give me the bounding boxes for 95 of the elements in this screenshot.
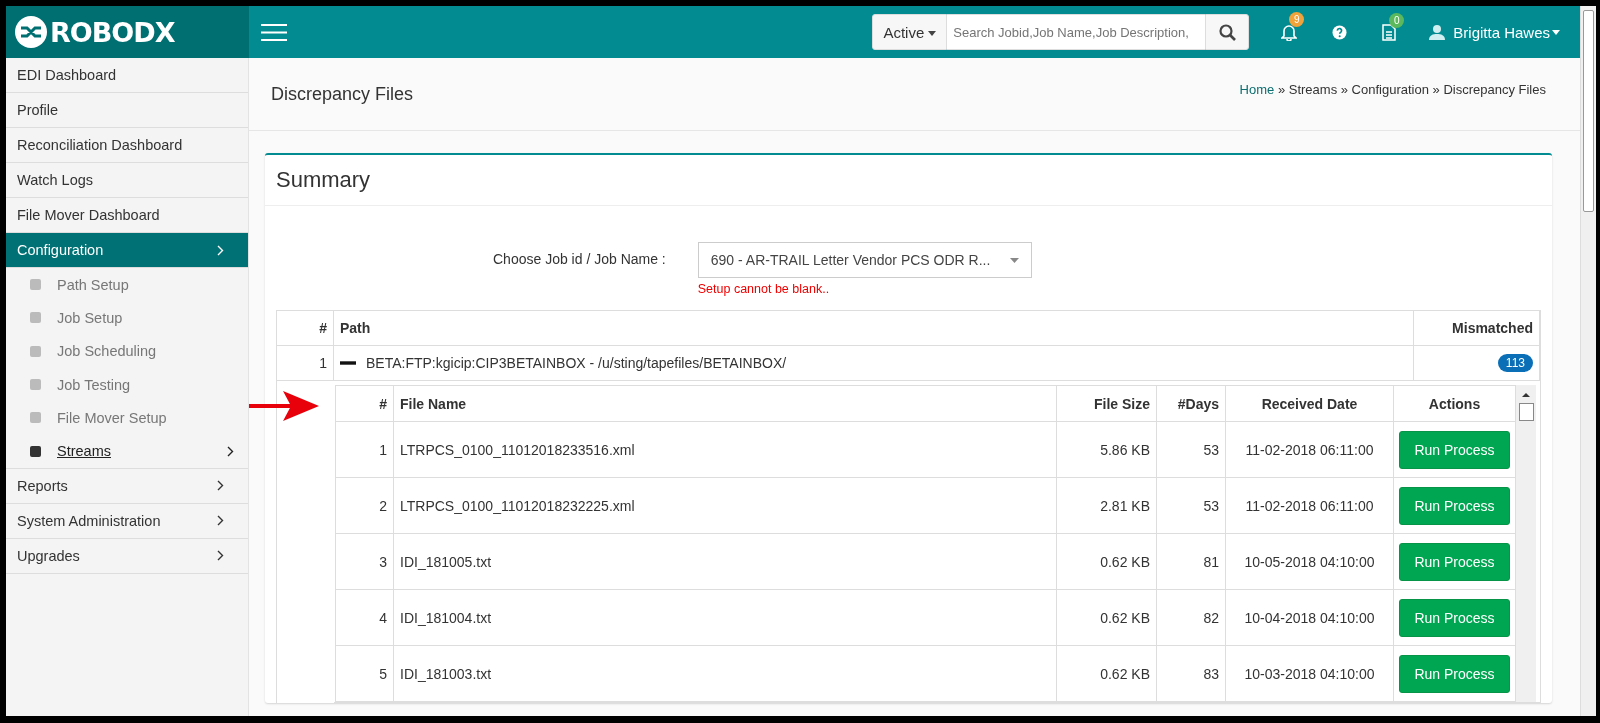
table-cell: 2.81 KB (1057, 478, 1157, 534)
table-cell: 10-03-2018 04:10:00 (1226, 646, 1394, 702)
table-cell: 3 (336, 534, 394, 590)
bullet-icon (30, 379, 41, 391)
run-process-button[interactable]: Run Process (1399, 598, 1510, 637)
sidebar-item[interactable]: Upgrades (6, 538, 248, 574)
help-icon[interactable] (1331, 24, 1347, 40)
table-cell: LTRPCS_0100_11012018233516.xml (394, 422, 1057, 478)
table-cell: BETA:FTP:kgicip:CIP3BETAINBOX - /u/sting/tapefiles/BETAINBOX/ (366, 355, 787, 371)
document-icon[interactable] (1382, 23, 1397, 41)
user-menu[interactable]: Brigitta Hawes (1429, 23, 1560, 41)
sidebar-item[interactable]: Reports (6, 468, 248, 504)
job-select-dropdown[interactable]: 690 - AR-TRAIL Letter Vendor PCS ODR R... (697, 242, 1032, 278)
sidebar-subitem[interactable]: Streams (57, 443, 111, 460)
table-cell: IDI_181003.txt (394, 646, 1057, 702)
column-header: #Days (1157, 386, 1226, 422)
table-cell: 53 (1157, 422, 1226, 478)
bullet-icon (30, 345, 41, 357)
table-cell: 82 (1157, 590, 1226, 646)
sidebar-item[interactable]: Profile (6, 93, 248, 128)
count-badge: 113 (1497, 354, 1533, 372)
scroll-thumb[interactable] (1518, 403, 1534, 421)
table-cell: 11-02-2018 06:11:00 (1226, 422, 1394, 478)
breadcrumb-item: Configuration (1351, 81, 1429, 97)
table-cell: 0.62 KB (1057, 646, 1157, 702)
caret-icon (1552, 29, 1560, 35)
sidebar-subitem[interactable]: Job Setup (57, 309, 123, 326)
sidebar-subitem[interactable]: Path Setup (57, 276, 129, 293)
breadcrumb-separator: » (1276, 81, 1287, 97)
table-cell: 81 (1157, 534, 1226, 590)
column-header: File Size (1057, 386, 1157, 422)
caret-icon (928, 31, 937, 37)
column-header: Actions (1394, 386, 1515, 422)
search-button[interactable] (1205, 14, 1250, 50)
table-scrollbar[interactable] (1516, 385, 1536, 702)
bullet-icon (30, 279, 41, 291)
page-title: Discrepancy Files (271, 83, 414, 105)
table-cell: 10-04-2018 04:10:00 (1226, 590, 1394, 646)
field-label: Choose Job id / Job Name : (493, 250, 666, 269)
breadcrumb-item: Streams (1288, 81, 1338, 97)
table-cell: 11-02-2018 06:11:00 (1226, 478, 1394, 534)
table-cell: 5 (336, 646, 394, 702)
search-icon[interactable] (1218, 23, 1236, 41)
sidebar-subitem[interactable]: Job Scheduling (57, 343, 157, 360)
table-cell: IDI_181004.txt (394, 590, 1057, 646)
column-header: Received Date (1226, 386, 1394, 422)
table-cell: 0.62 KB (1057, 590, 1157, 646)
caret-icon (1009, 257, 1019, 263)
table-cell: 5.86 KB (1057, 422, 1157, 478)
column-header: Path (334, 311, 1414, 346)
search-field[interactable]: Search Jobid,Job Name,Job Description, (947, 14, 1206, 50)
bullet-icon (30, 412, 41, 424)
column-header: File Name (394, 386, 1057, 422)
scroll-up-icon[interactable] (1521, 391, 1531, 399)
count-badge: 9 (1289, 12, 1305, 27)
run-process-button[interactable]: Run Process (1399, 542, 1510, 581)
column-header: Mismatched (1414, 311, 1540, 346)
error-message: Setup cannot be blank.. (697, 282, 831, 296)
breadcrumb-separator: » (1431, 81, 1441, 97)
bullet-icon (30, 312, 41, 324)
card-title: Summary (265, 155, 1552, 206)
sidebar-subitem[interactable]: Job Testing (57, 376, 131, 393)
sidebar-item[interactable]: EDI Dashboard (6, 58, 248, 93)
menu-icon[interactable] (261, 22, 287, 42)
run-process-button[interactable]: Run Process (1399, 430, 1510, 469)
breadcrumb-item: Discrepancy Files (1443, 81, 1546, 97)
breadcrumb-separator: » (1339, 81, 1349, 97)
table-cell: LTRPCS_0100_11012018232225.xml (394, 478, 1057, 534)
table-cell: 0.62 KB (1057, 534, 1157, 590)
sidebar-item[interactable]: System Administration (6, 503, 248, 539)
table-cell: 1 (336, 422, 394, 478)
run-process-button[interactable]: Run Process (1399, 486, 1510, 525)
column-header: # (277, 311, 334, 346)
bullet-icon (30, 445, 41, 457)
logo-icon (14, 15, 48, 49)
breadcrumb-link[interactable]: Home (1239, 81, 1275, 97)
count-badge: 0 (1389, 12, 1405, 28)
table-cell: 10-05-2018 04:10:00 (1226, 534, 1394, 590)
table-cell: 53 (1157, 478, 1226, 534)
brand-logo-text: ROBODX (50, 16, 175, 48)
collapse-icon[interactable] (340, 358, 356, 368)
table-cell: 4 (336, 590, 394, 646)
status-filter-dropdown[interactable]: Active (872, 14, 948, 50)
sidebar-item[interactable]: Configuration (6, 233, 248, 268)
sidebar-subitem[interactable]: File Mover Setup (57, 409, 167, 426)
column-header: # (336, 386, 394, 422)
table-cell: 1 (277, 346, 334, 381)
bell-icon[interactable] (1281, 23, 1298, 41)
table-cell: 83 (1157, 646, 1226, 702)
run-process-button[interactable]: Run Process (1399, 654, 1510, 693)
table-cell: 2 (336, 478, 394, 534)
sidebar-item[interactable]: Watch Logs (6, 163, 248, 198)
sidebar-item[interactable]: Reconciliation Dashboard (6, 128, 248, 163)
table-cell: IDI_181005.txt (394, 534, 1057, 590)
user-icon (1429, 24, 1446, 40)
